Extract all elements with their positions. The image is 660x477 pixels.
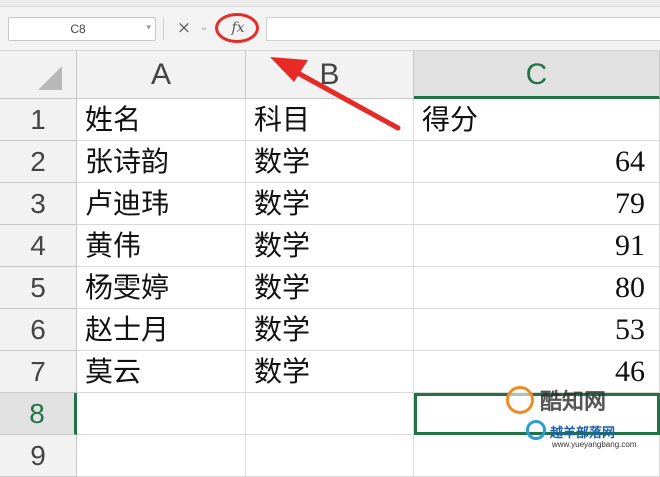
- cell-c3[interactable]: 79: [414, 183, 660, 225]
- cell-a6[interactable]: 赵士月: [77, 309, 246, 351]
- watermark-logo-icon: [506, 386, 534, 414]
- chevron-down-icon[interactable]: ⌄: [200, 16, 214, 40]
- column-header-c[interactable]: C: [414, 51, 660, 99]
- column-header-a[interactable]: A: [77, 51, 246, 99]
- watermark-text-1: 酷知网: [540, 390, 607, 415]
- row-header-2[interactable]: 2: [0, 141, 77, 183]
- cell-a3[interactable]: 卢迪玮: [77, 183, 246, 225]
- watermark: 酷知网 越羊部落网 www.yueyangbang.com: [490, 382, 660, 460]
- row-header-3[interactable]: 3: [0, 183, 77, 225]
- cell-c2[interactable]: 64: [414, 141, 660, 183]
- row-header-6[interactable]: 6: [0, 309, 77, 351]
- watermark-url: www.yueyangbang.com: [552, 440, 637, 449]
- name-box-dropdown-icon[interactable]: ▾: [146, 23, 151, 33]
- cell-c5[interactable]: 80: [414, 267, 660, 309]
- row-header-8[interactable]: 8: [0, 393, 77, 435]
- cell-b4[interactable]: 数学: [246, 225, 414, 267]
- select-all-corner[interactable]: [0, 51, 77, 99]
- formula-bar: C8 ▾ × ⌄ fx: [0, 0, 660, 51]
- name-box-value: C8: [70, 22, 86, 36]
- row-header-4[interactable]: 4: [0, 225, 77, 267]
- row-header-9[interactable]: 9: [0, 435, 77, 477]
- cell-b6[interactable]: 数学: [246, 309, 414, 351]
- cell-a5[interactable]: 杨雯婷: [77, 267, 246, 309]
- cell-b8[interactable]: [246, 393, 414, 435]
- cell-c1[interactable]: 得分: [414, 99, 660, 141]
- row-header-5[interactable]: 5: [0, 267, 77, 309]
- cell-b3[interactable]: 数学: [246, 183, 414, 225]
- formula-input[interactable]: [266, 17, 660, 41]
- row-header-7[interactable]: 7: [0, 351, 77, 393]
- cell-b9[interactable]: [246, 435, 414, 477]
- row-header-1[interactable]: 1: [0, 99, 77, 141]
- cell-c6[interactable]: 53: [414, 309, 660, 351]
- cell-a9[interactable]: [77, 435, 246, 477]
- watermark-text-2: 越羊部落网: [550, 426, 616, 441]
- cell-c4[interactable]: 91: [414, 225, 660, 267]
- watermark-logo-2-icon: [526, 420, 546, 440]
- cell-a2[interactable]: 张诗韵: [77, 141, 246, 183]
- select-all-icon: [38, 66, 62, 90]
- name-box[interactable]: C8 ▾: [8, 17, 156, 41]
- formula-bar-separator: [163, 18, 164, 40]
- cell-b5[interactable]: 数学: [246, 267, 414, 309]
- cell-a8[interactable]: [77, 393, 246, 435]
- cell-b1[interactable]: 科目: [246, 99, 414, 141]
- cell-b7[interactable]: 数学: [246, 351, 414, 393]
- toolbar-edge: [0, 0, 660, 7]
- column-header-b[interactable]: B: [246, 51, 414, 99]
- cancel-icon[interactable]: ×: [174, 16, 194, 40]
- cell-b2[interactable]: 数学: [246, 141, 414, 183]
- cell-a4[interactable]: 黄伟: [77, 225, 246, 267]
- annotation-circle: [215, 13, 259, 43]
- cell-a1[interactable]: 姓名: [77, 99, 246, 141]
- cell-a7[interactable]: 莫云: [77, 351, 246, 393]
